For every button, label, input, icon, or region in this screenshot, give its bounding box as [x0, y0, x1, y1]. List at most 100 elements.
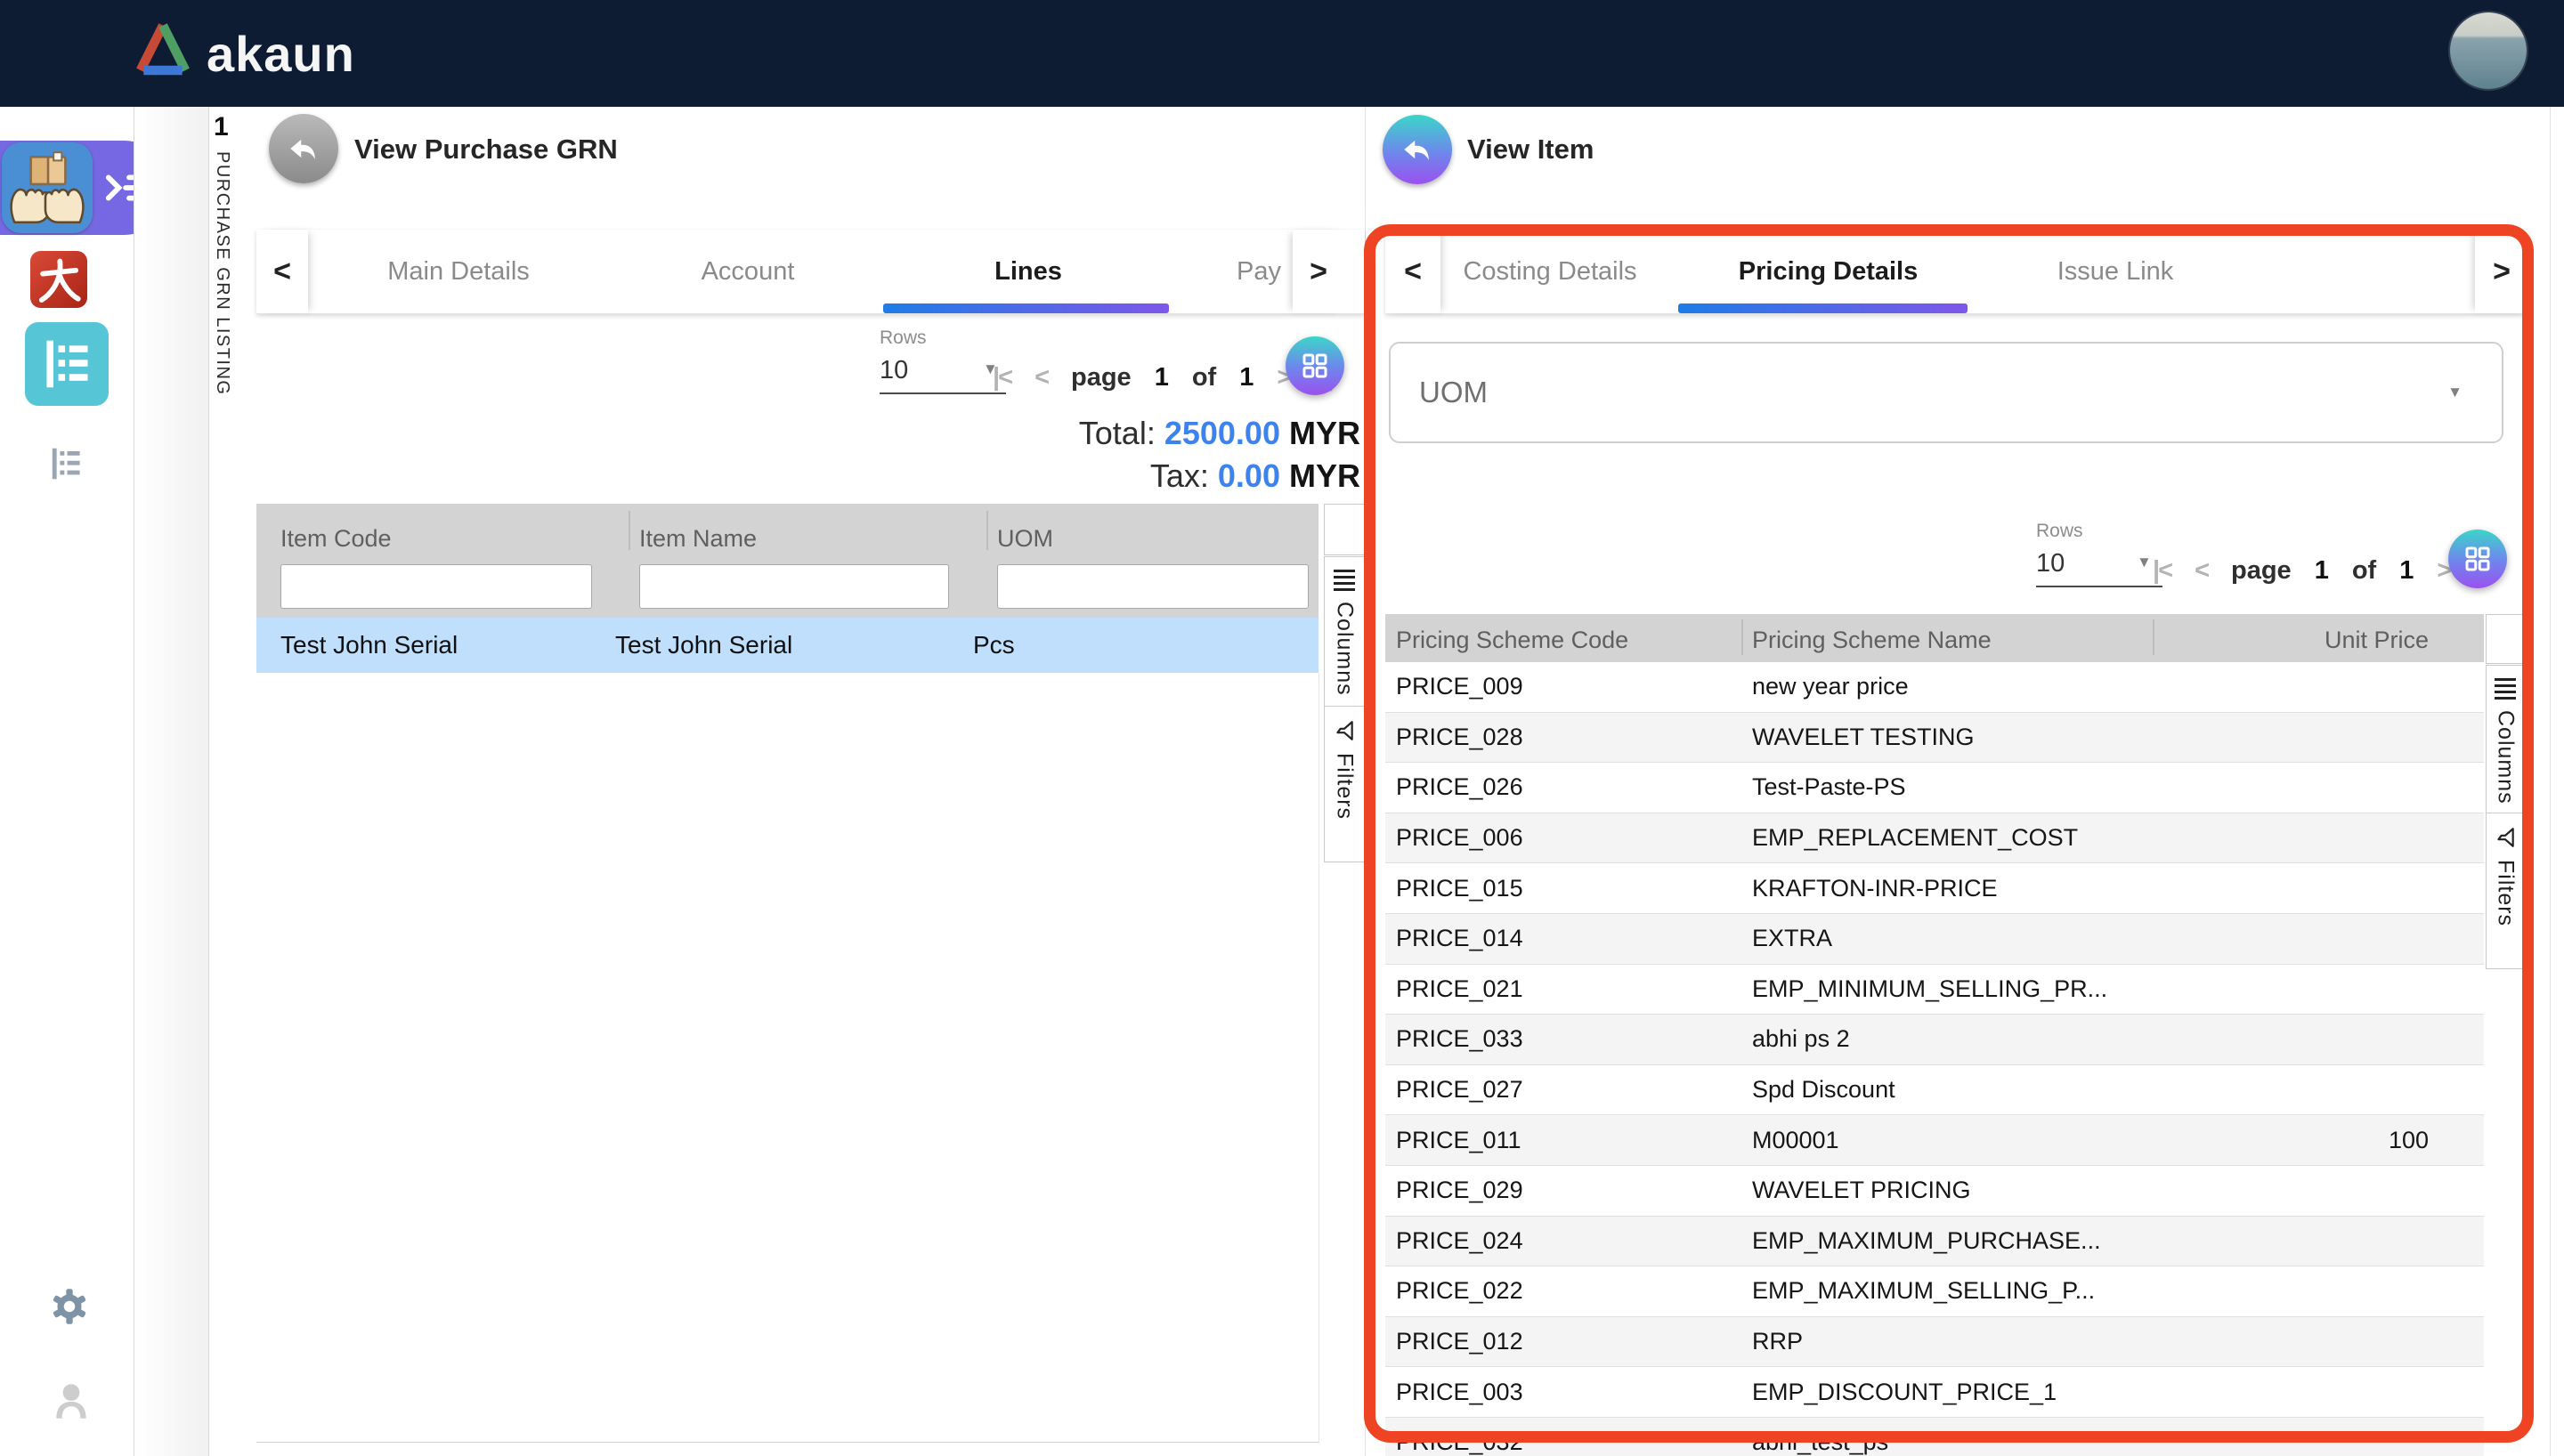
pricing-scheme-row[interactable]: PRICE_022 EMP_MAXIMUM_SELLING_P... — [1385, 1266, 2484, 1317]
filter-item-name-input[interactable] — [639, 564, 949, 609]
pricing-scheme-row[interactable]: PRICE_028 WAVELET TESTING — [1385, 713, 2484, 764]
pricing-scheme-row[interactable]: PRICE_006 EMP_REPLACEMENT_COST — [1385, 813, 2484, 864]
back-arrow-icon — [1398, 130, 1437, 169]
purchase-grn-app-icon[interactable] — [2, 142, 93, 233]
dai-app-icon[interactable] — [30, 251, 87, 308]
rows-underline-right — [2036, 586, 2162, 587]
page-word: page — [1071, 363, 1132, 392]
profile-person-icon[interactable] — [48, 1378, 94, 1424]
left-rail-spacer — [1324, 504, 1365, 555]
pricing-scheme-row[interactable]: PRICE_003 EMP_DISCOUNT_PRICE_1 — [1385, 1367, 2484, 1418]
back-button-right[interactable] — [1383, 115, 1452, 184]
left-tabbar: Main Details Account Lines Pay < > — [256, 230, 1365, 314]
tab-costing-details[interactable]: Costing Details — [1448, 230, 1652, 313]
tax-currency: MYR — [1289, 457, 1360, 494]
listing-app-icon-active[interactable] — [25, 322, 109, 406]
cell-scheme-name: Test-Paste-PS — [1752, 773, 2170, 801]
columns-side-tab-left[interactable]: Columns — [1324, 556, 1365, 717]
cell-scheme-code: PRICE_024 — [1385, 1227, 1752, 1255]
cell-scheme-code: PRICE_028 — [1385, 724, 1752, 751]
pricing-scheme-row[interactable]: PRICE_011 M00001 100 — [1385, 1115, 2484, 1166]
cell-scheme-name: WAVELET TESTING — [1752, 724, 2170, 751]
pricing-scheme-row[interactable]: PRICE_032 abhi_test_ps — [1385, 1418, 2484, 1456]
total-line: Total: 2500.00 MYR — [534, 415, 1360, 452]
rows-label-left: Rows — [880, 328, 927, 349]
uom-dropdown[interactable]: UOM ▼ — [1389, 342, 2503, 443]
page-total: 1 — [1239, 363, 1254, 392]
active-tab-underline-left — [883, 303, 1169, 313]
page-prev-button[interactable]: < — [2195, 556, 2208, 586]
col-pricing-scheme-code: Pricing Scheme Code — [1396, 627, 1628, 654]
pricing-scheme-row[interactable]: PRICE_014 EXTRA — [1385, 914, 2484, 965]
tab-issue-link[interactable]: Issue Link — [2040, 230, 2191, 313]
pricing-scheme-row[interactable]: PRICE_029 WAVELET PRICING — [1385, 1166, 2484, 1217]
of-word: of — [1192, 363, 1216, 392]
col-item-code: Item Code — [280, 525, 392, 553]
grn-line-row-selected[interactable]: Test John Serial Test John Serial Pcs — [256, 618, 1319, 674]
akaun-triangle-icon — [132, 20, 194, 88]
context-strip — [134, 107, 209, 1456]
pricing-scheme-row[interactable]: PRICE_033 abhi ps 2 — [1385, 1015, 2484, 1065]
total-label: Total: — [1079, 415, 1156, 451]
rows-select-right[interactable]: 10 — [2036, 549, 2065, 578]
listing-app-icon-inactive[interactable] — [43, 440, 91, 488]
pricing-scheme-row[interactable]: PRICE_027 Spd Discount — [1385, 1065, 2484, 1116]
pricing-scheme-row[interactable]: PRICE_026 Test-Paste-PS — [1385, 763, 2484, 813]
pricing-scheme-row[interactable]: PRICE_024 EMP_MAXIMUM_PURCHASE... — [1385, 1217, 2484, 1267]
filter-funnel-icon — [2494, 826, 2517, 849]
pricing-scheme-row[interactable]: PRICE_009 new year price — [1385, 662, 2484, 713]
context-listing-label: PURCHASE GRN LISTING — [212, 151, 232, 395]
tab-account[interactable]: Account — [659, 230, 837, 313]
filter-uom-input[interactable] — [997, 564, 1309, 609]
column-divider — [986, 511, 988, 550]
user-avatar[interactable] — [2450, 12, 2527, 89]
columns-label: Columns — [2493, 710, 2519, 805]
col-unit-price: Unit Price — [2325, 627, 2429, 654]
pager-right: |< < page 1 of 1 > >| — [2153, 556, 2492, 586]
settings-gear-icon[interactable] — [46, 1283, 93, 1330]
pricing-scheme-row[interactable]: PRICE_015 KRAFTON-INR-PRICE — [1385, 863, 2484, 914]
rows-caret-right[interactable]: ▼ — [2137, 554, 2152, 571]
total-currency: MYR — [1289, 415, 1360, 451]
rows-underline-left — [880, 392, 1006, 394]
tab-pay[interactable]: Pay — [1224, 230, 1294, 313]
cell-scheme-name: KRAFTON-INR-PRICE — [1752, 875, 2170, 902]
columns-side-tab-right[interactable]: Columns — [2486, 665, 2525, 824]
grid-icon — [2462, 543, 2494, 575]
tabs-scroll-right[interactable]: > — [1293, 230, 1344, 313]
tab-pricing-details[interactable]: Pricing Details — [1719, 230, 1937, 313]
filters-label: Filters — [1332, 753, 1358, 820]
back-button-left[interactable] — [269, 114, 338, 183]
cell-scheme-code: PRICE_021 — [1385, 975, 1752, 1003]
tax-line: Tax: 0.00 MYR — [534, 457, 1360, 495]
column-divider — [1741, 619, 1743, 655]
page-first-button[interactable]: |< — [2153, 556, 2171, 586]
tab-main-details[interactable]: Main Details — [356, 230, 561, 313]
cell-scheme-code: PRICE_033 — [1385, 1025, 1752, 1053]
pricing-scheme-row[interactable]: PRICE_012 RRP — [1385, 1317, 2484, 1368]
cell-scheme-name: M00001 — [1752, 1127, 2170, 1154]
cell-scheme-name: EMP_MAXIMUM_PURCHASE... — [1752, 1227, 2170, 1255]
cell-scheme-name: EXTRA — [1752, 925, 2170, 952]
tab-lines[interactable]: Lines — [948, 230, 1108, 313]
layout-grid-button-right[interactable] — [2448, 530, 2507, 588]
tabs-scroll-left[interactable]: < — [1385, 230, 1440, 313]
of-word: of — [2352, 556, 2376, 586]
tabs-scroll-right[interactable]: > — [2475, 230, 2528, 313]
cell-scheme-code: PRICE_015 — [1385, 875, 1752, 902]
pricing-scheme-row[interactable]: PRICE_021 EMP_MINIMUM_SELLING_PR... — [1385, 965, 2484, 1015]
layout-grid-button-left[interactable] — [1286, 336, 1344, 395]
page-first-button[interactable]: |< — [993, 363, 1011, 392]
page-total: 1 — [2399, 556, 2414, 586]
cell-scheme-name: EMP_MAXIMUM_SELLING_P... — [1752, 1277, 2170, 1305]
cell-scheme-code: PRICE_003 — [1385, 1379, 1752, 1406]
tabs-scroll-left[interactable]: < — [256, 230, 308, 313]
filters-side-tab-right[interactable]: Filters — [2486, 813, 2525, 969]
page-prev-button[interactable]: < — [1035, 363, 1048, 392]
filter-item-code-input[interactable] — [280, 564, 592, 609]
top-navbar: akaun — [0, 0, 2564, 107]
filters-side-tab-left[interactable]: Filters — [1324, 706, 1365, 862]
left-panel-title: View Purchase GRN — [354, 133, 618, 166]
rows-select-left[interactable]: 10 — [880, 356, 908, 385]
tax-label: Tax: — [1150, 457, 1209, 494]
